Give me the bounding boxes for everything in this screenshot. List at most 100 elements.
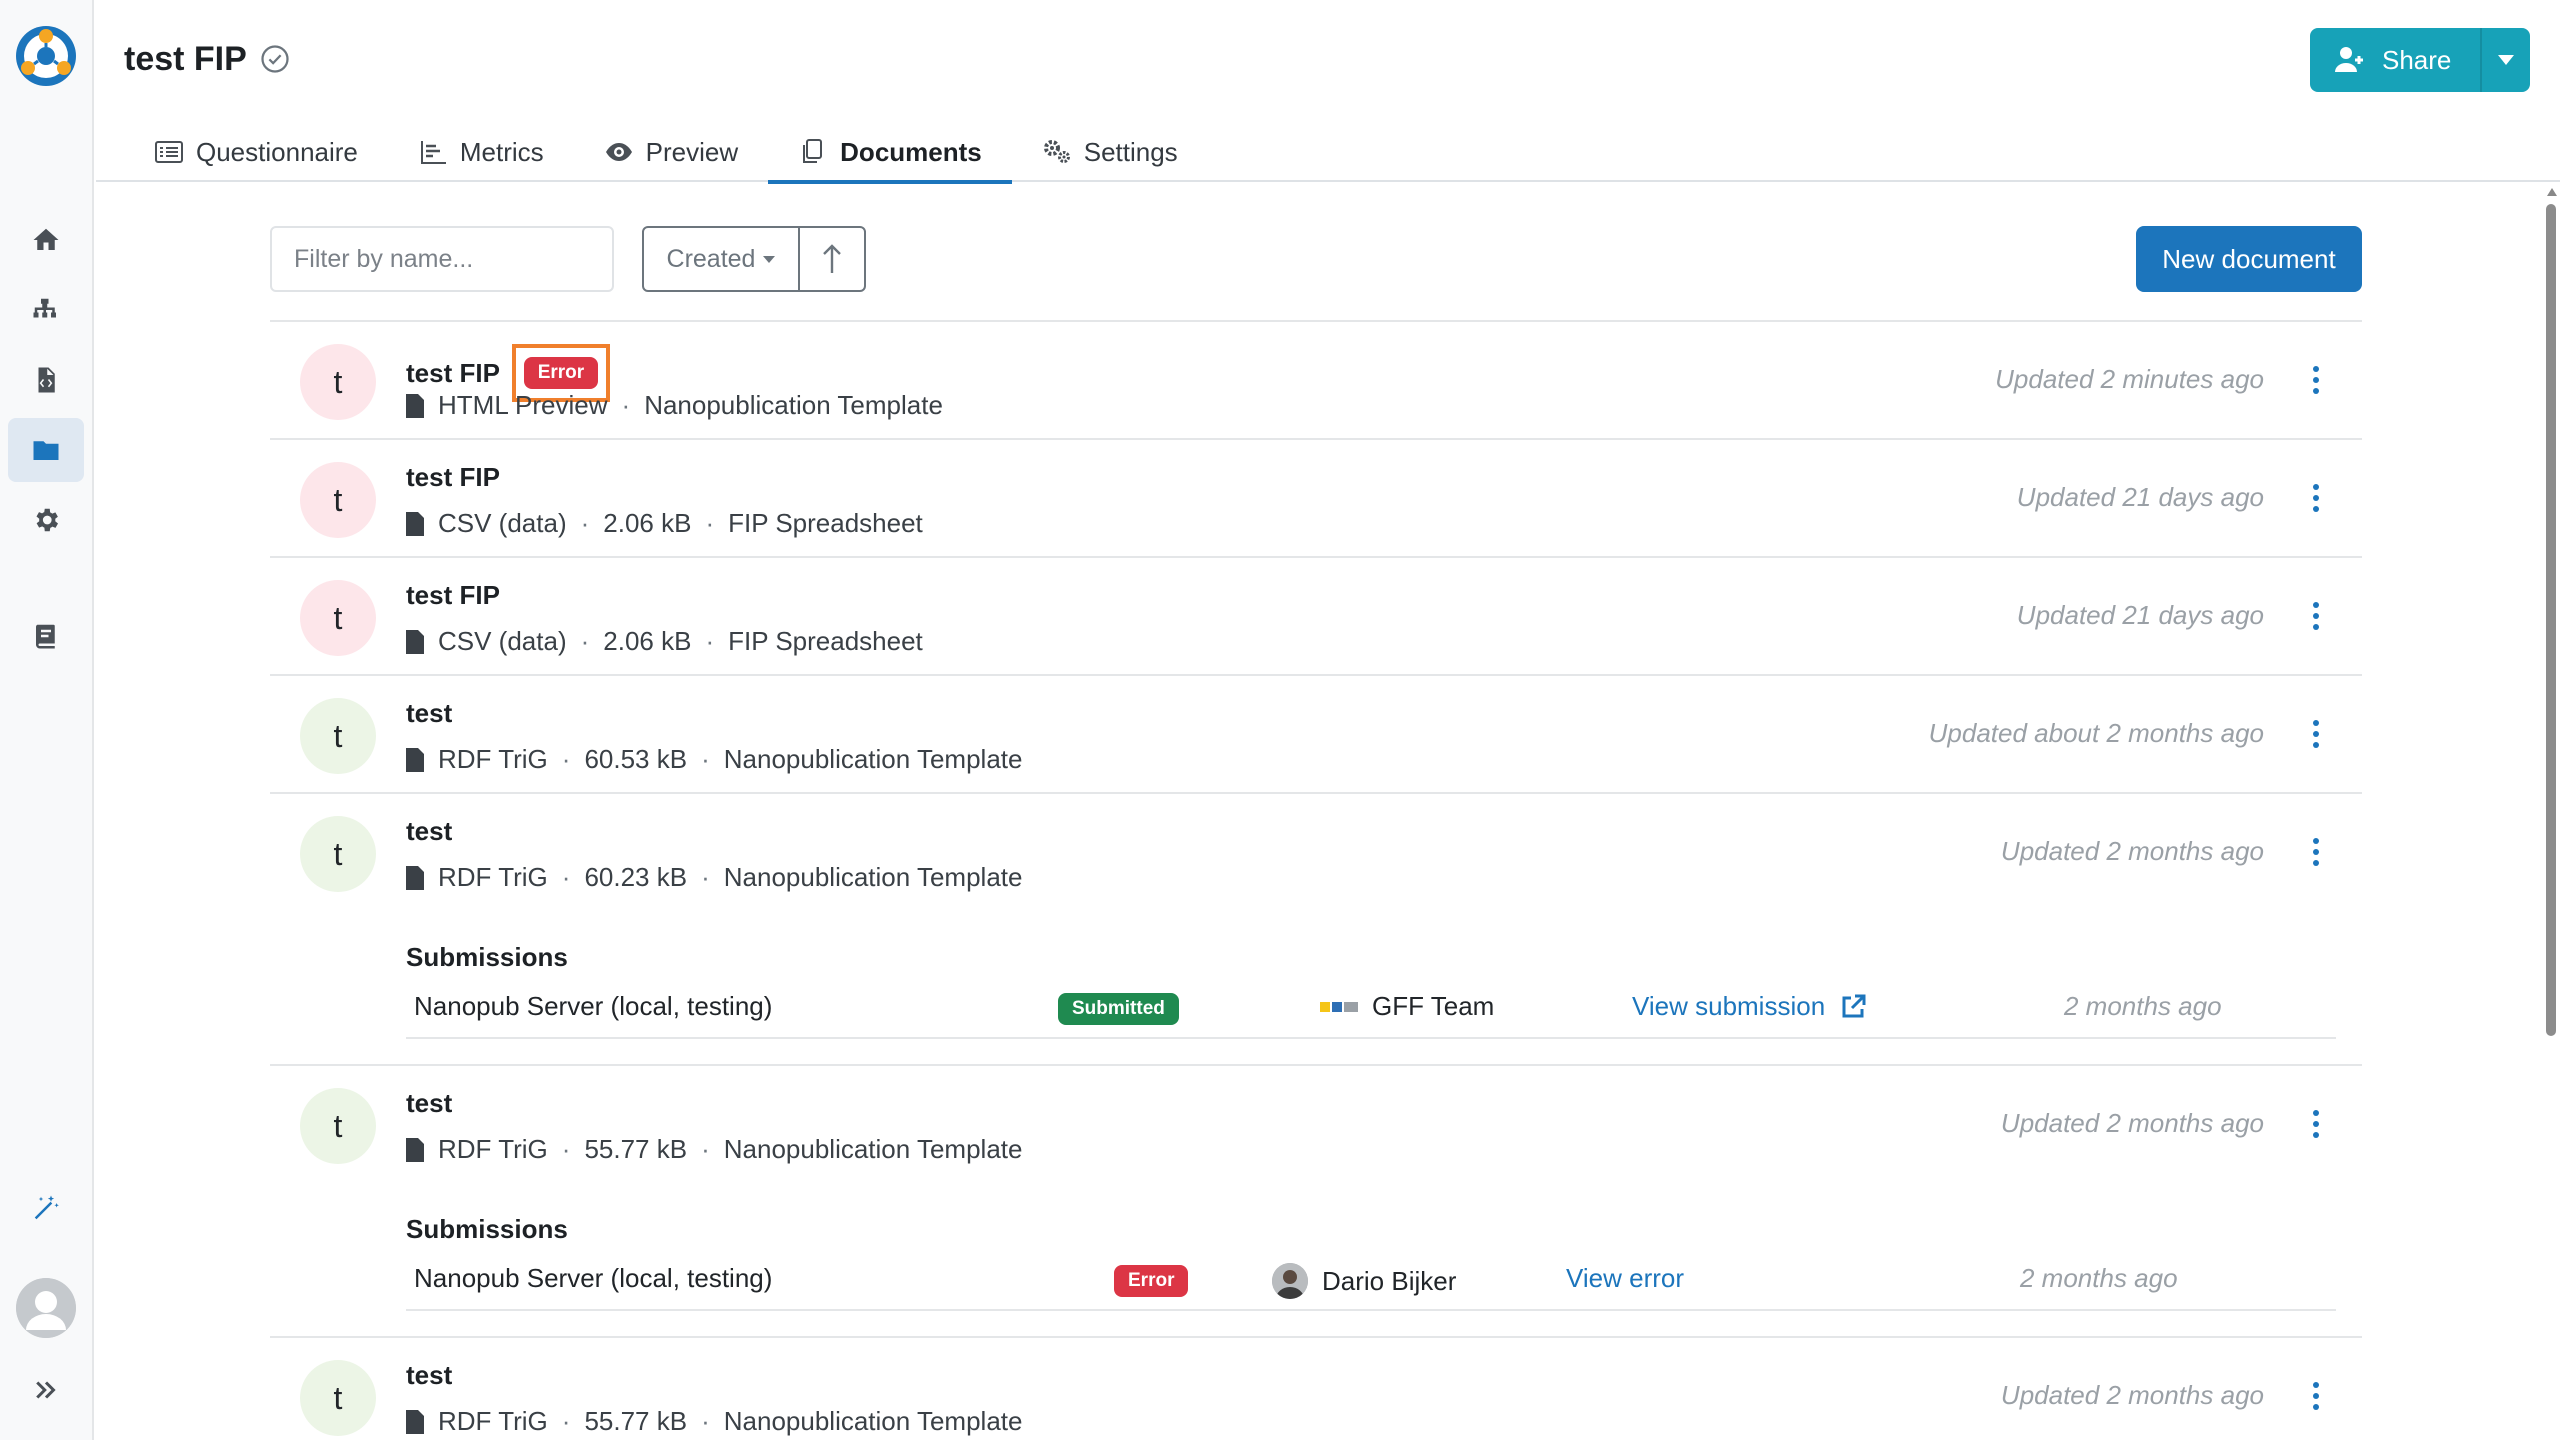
sort-controls: Created — [642, 226, 866, 292]
separator: · — [701, 1134, 710, 1164]
vertical-scrollbar[interactable] — [2542, 182, 2560, 1440]
document-format: CSV (data) — [438, 626, 567, 656]
list-icon — [155, 141, 183, 163]
submission-user-name: Dario Bijker — [1322, 1265, 1457, 1296]
sort-by-label: Created — [666, 244, 756, 273]
project-header: test FIP Share Questionnaire Metrics Pre… — [96, 0, 2560, 184]
gear-icon[interactable] — [8, 488, 84, 552]
document-name: test FIP — [406, 580, 500, 610]
file-icon — [406, 747, 424, 772]
user-avatar[interactable] — [16, 1278, 76, 1338]
separator: · — [705, 508, 715, 538]
magic-wand-icon[interactable] — [8, 1176, 84, 1240]
tab-questionnaire[interactable]: Questionnaire — [124, 122, 388, 182]
document-size: 55.77 kB — [584, 1134, 688, 1164]
submission-service: Nanopub Server (local, testing) — [414, 1263, 773, 1293]
submission-user-name: GFF Team — [1372, 991, 1495, 1021]
folder-icon[interactable] — [8, 418, 84, 482]
tab-settings[interactable]: Settings — [1012, 122, 1208, 182]
chart-icon — [420, 141, 446, 164]
check-circle-icon — [260, 44, 290, 74]
document-template: Nanopublication Template — [723, 1134, 1023, 1164]
document-meta: RDF TriG · 55.77 kB · Nanopublication Te… — [406, 1134, 1022, 1165]
submission-row: Nanopub Server (local, testing) Error Da… — [406, 1253, 2336, 1311]
document-updated: Updated 2 months ago — [2000, 1380, 2264, 1410]
tab-metrics[interactable]: Metrics — [388, 122, 574, 182]
share-button[interactable]: Share — [2310, 28, 2480, 92]
document-avatar: t — [300, 1088, 376, 1164]
app-window: test FIP Share Questionnaire Metrics Pre… — [0, 0, 2560, 1440]
document-menu-icon[interactable] — [2306, 1378, 2326, 1414]
document-avatar: t — [300, 816, 376, 892]
document-menu-icon[interactable] — [2306, 480, 2326, 516]
sort-direction-button[interactable] — [800, 228, 864, 290]
separator: · — [561, 744, 571, 774]
document-item: t test RDF TriG · 60.53 kB · Nanopublica… — [270, 676, 2362, 794]
file-icon — [406, 865, 424, 890]
document-menu-icon[interactable] — [2306, 834, 2326, 870]
document-name: test — [406, 698, 453, 728]
document-avatar: t — [300, 580, 376, 656]
separator: · — [705, 626, 715, 656]
file-icon — [406, 393, 424, 418]
home-icon[interactable] — [8, 208, 84, 272]
tab-documents[interactable]: Documents — [768, 122, 1012, 184]
document-name: test — [406, 1088, 453, 1118]
document-title: test — [406, 1360, 452, 1391]
cogs-icon — [1043, 140, 1070, 163]
document-menu-icon[interactable] — [2306, 362, 2326, 398]
document-size: 60.23 kB — [584, 862, 688, 892]
document-menu-icon[interactable] — [2306, 716, 2326, 752]
document-name: test — [406, 1360, 453, 1390]
document-updated: Updated 2 months ago — [2000, 836, 2264, 866]
documents-list: t test FIP Error HTML Preview · Nanopubl… — [270, 320, 2362, 1440]
document-title: test FIP — [406, 580, 500, 611]
user-photo — [1272, 1263, 1308, 1299]
separator: · — [561, 1406, 571, 1436]
documents-panel: Created New document t test FIP Error — [96, 182, 2560, 1440]
submission-user: Dario Bijker — [1272, 1263, 1456, 1299]
status-badge[interactable]: Error — [523, 357, 599, 389]
document-template: Nanopublication Template — [723, 862, 1023, 892]
submissions-section: Submissions Nanopub Server (local, testi… — [406, 1214, 2336, 1311]
tab-preview[interactable]: Preview — [574, 122, 768, 182]
documents-toolbar: Created New document — [270, 226, 2362, 292]
separator: · — [701, 1406, 710, 1436]
document-template: FIP Spreadsheet — [728, 626, 923, 656]
document-meta: RDF TriG · 55.77 kB · Nanopublication Te… — [406, 1406, 1022, 1437]
document-name: test FIP — [406, 462, 500, 492]
expand-sidebar-icon[interactable] — [20, 1370, 72, 1410]
documents-icon — [803, 139, 823, 163]
separator: · — [701, 862, 710, 892]
view-error-link[interactable]: View error — [1566, 1263, 1684, 1294]
document-avatar: t — [300, 462, 376, 538]
document-menu-icon[interactable] — [2306, 598, 2326, 634]
left-sidebar — [0, 0, 94, 1440]
submission-status-badge: Error — [1114, 1265, 1189, 1297]
document-updated: Updated about 2 months ago — [1928, 718, 2264, 748]
file-code-icon[interactable] — [8, 348, 84, 412]
view-submission-link[interactable]: View submission — [1632, 991, 1867, 1022]
submissions-heading: Submissions — [406, 942, 568, 972]
book-icon[interactable] — [8, 604, 84, 668]
submission-time: 2 months ago — [2064, 991, 2222, 1021]
app-logo[interactable] — [14, 24, 78, 88]
sitemap-icon[interactable] — [8, 278, 84, 342]
sort-by-select[interactable]: Created — [644, 228, 800, 290]
scroll-up-arrow-icon[interactable] — [2547, 188, 2557, 196]
document-updated: Updated 21 days ago — [2016, 600, 2264, 630]
share-dropdown-toggle[interactable] — [2482, 28, 2530, 92]
separator: · — [701, 744, 710, 774]
users-icon — [2335, 47, 2363, 72]
document-template: FIP Spreadsheet — [728, 508, 923, 538]
scrollbar-thumb[interactable] — [2546, 204, 2556, 1036]
caret-down-icon — [763, 255, 776, 263]
document-menu-icon[interactable] — [2306, 1106, 2326, 1142]
file-icon — [406, 1409, 424, 1434]
separator: · — [621, 390, 631, 420]
document-title: test FIP — [406, 462, 500, 493]
document-format: CSV (data) — [438, 508, 567, 538]
filter-input[interactable] — [270, 226, 614, 292]
new-document-button[interactable]: New document — [2136, 226, 2362, 292]
document-avatar: t — [300, 1360, 376, 1436]
